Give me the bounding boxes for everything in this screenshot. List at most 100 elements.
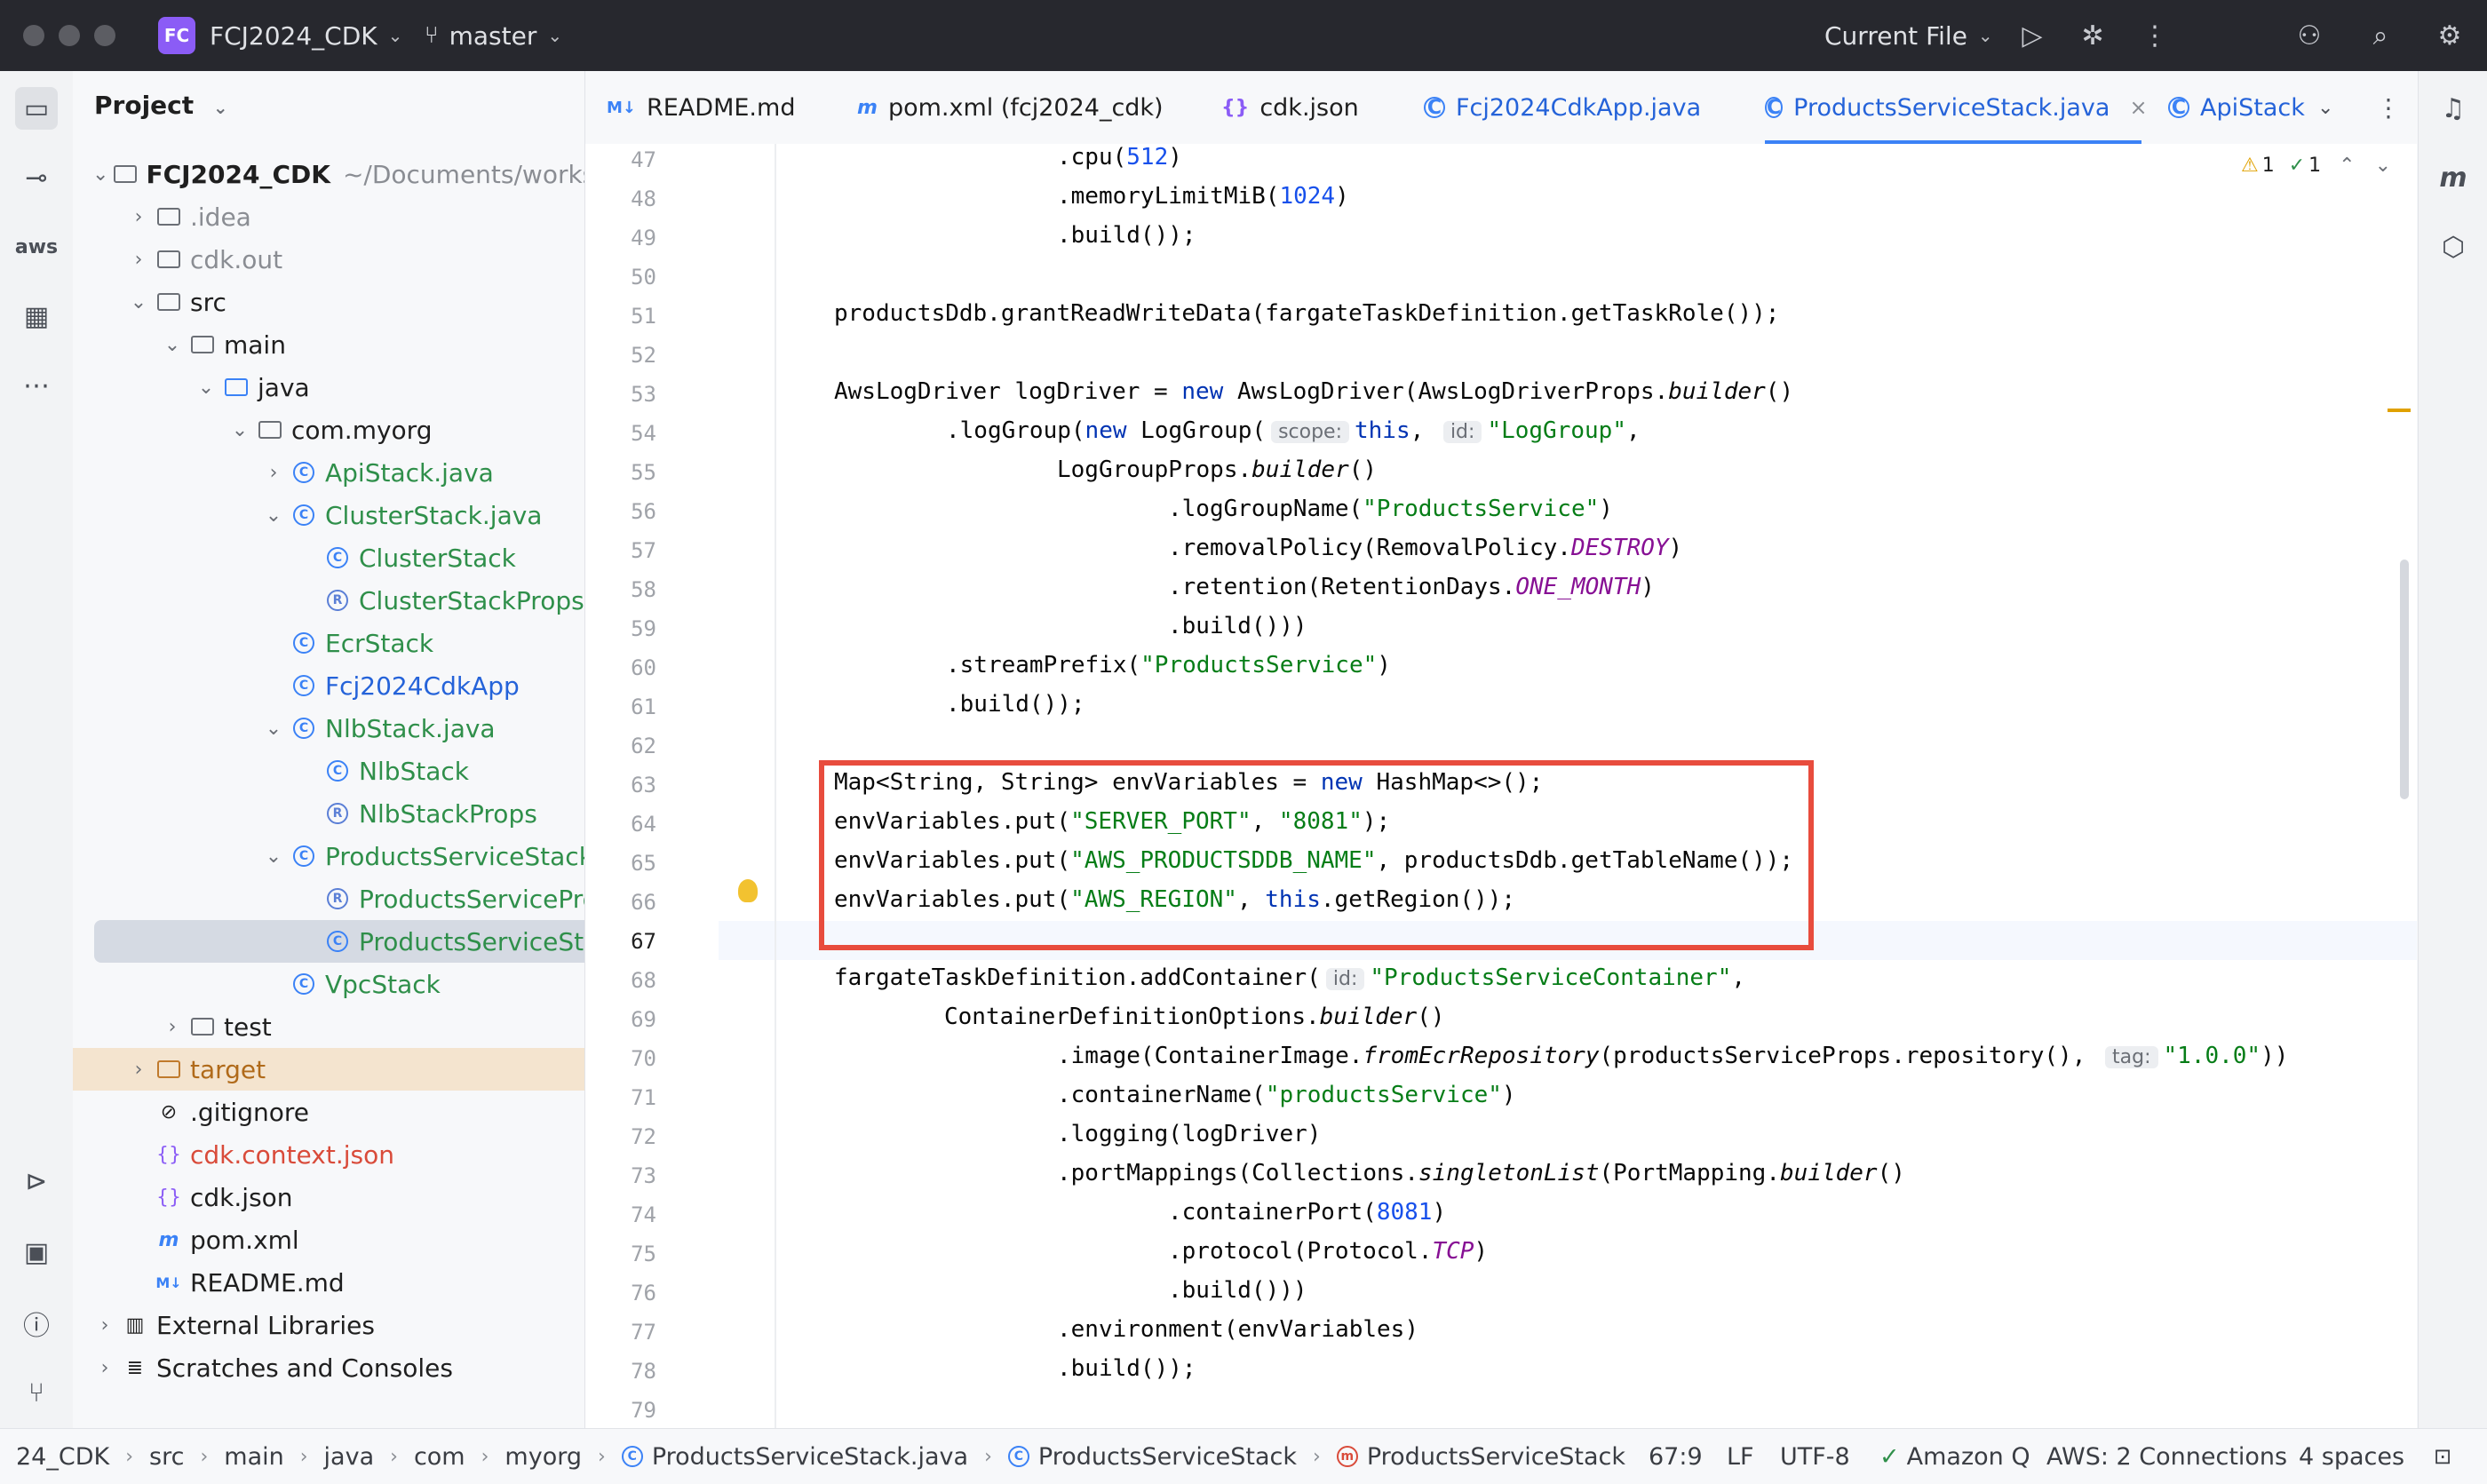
- tree-item-readme[interactable]: M↓ README.md: [73, 1261, 584, 1304]
- maven-icon[interactable]: m: [2432, 156, 2475, 199]
- file-encoding[interactable]: UTF-8: [1780, 1429, 1850, 1484]
- settings-gear-icon[interactable]: ⚙: [2432, 18, 2467, 53]
- git-icon[interactable]: ⑂: [15, 1371, 58, 1414]
- lock-icon[interactable]: ⊡: [2434, 1429, 2451, 1484]
- code-line-75: .protocol(Protocol.TCP): [1168, 1238, 1489, 1265]
- breadcrumb-item[interactable]: ProductsServiceStack: [1367, 1443, 1625, 1471]
- inspections-widget[interactable]: ⚠ 1 ✓ 1 ⌃ ⌄: [2241, 155, 2391, 177]
- line-number: 73: [631, 1163, 656, 1188]
- project-folder-icon[interactable]: ▭: [15, 87, 58, 130]
- chevron-right-icon: ›: [134, 248, 143, 271]
- tree-item-cdk-context-json[interactable]: {} cdk.context.json: [73, 1133, 584, 1176]
- tree-root-name: FCJ2024_CDK: [146, 159, 330, 189]
- check-icon: ✓: [1879, 1442, 1900, 1471]
- tree-item-nlbstack-file[interactable]: ⌄ C NlbStack.java: [73, 707, 584, 750]
- tree-item-productsservicestack-file[interactable]: ⌄ C ProductsServiceStack.j: [73, 835, 584, 877]
- tab-productsservicestack[interactable]: C ProductsServiceStack.java ×: [1765, 71, 2148, 145]
- branch-switcher[interactable]: ⑂ master ⌄: [425, 0, 562, 71]
- project-switcher[interactable]: FC FCJ2024_CDK ⌄: [158, 0, 402, 71]
- code-with-me-icon[interactable]: ⚇: [2292, 18, 2327, 53]
- commit-icon[interactable]: ⊸: [15, 156, 58, 199]
- tree-item-clusterstack[interactable]: C ClusterStack: [73, 536, 584, 579]
- tree-item-cdk-json[interactable]: {} cdk.json: [73, 1176, 584, 1218]
- line-separator[interactable]: LF: [1727, 1429, 1754, 1484]
- breadcrumb-item[interactable]: java: [324, 1443, 375, 1471]
- tab-pom-xml[interactable]: m pom.xml (fcj2024_cdk): [857, 71, 1164, 144]
- tab-readme[interactable]: M↓ README.md: [607, 71, 795, 144]
- intention-bulb-icon[interactable]: [738, 879, 758, 902]
- tree-item-gitignore[interactable]: ⊘ .gitignore: [73, 1091, 584, 1133]
- tree-root[interactable]: ⌄ FCJ2024_CDK ~/Documents/worksho: [73, 153, 584, 195]
- tree-item-clusterstack-file[interactable]: ⌄ C ClusterStack.java: [73, 494, 584, 536]
- chevron-down-icon[interactable]: ⌄: [2375, 155, 2391, 177]
- code-line-49: .build());: [1057, 222, 1196, 249]
- tree-item-scratches[interactable]: › ≣ Scratches and Consoles: [73, 1346, 584, 1389]
- aws-connections[interactable]: AWS: 2 Connections: [2046, 1429, 2287, 1484]
- tree-item-apistack[interactable]: › C ApiStack.java: [73, 451, 584, 494]
- tree-item-label: README.md: [190, 1267, 345, 1298]
- tree-item-package[interactable]: ⌄ com.myorg: [73, 409, 584, 451]
- search-icon[interactable]: ⌕: [2363, 18, 2398, 53]
- tree-item-pom-xml[interactable]: m pom.xml: [73, 1218, 584, 1261]
- tree-item-ecrstack[interactable]: C EcrStack: [73, 622, 584, 664]
- java-class-icon: C: [291, 844, 316, 869]
- code-line-51: productsDdb.grantReadWriteData(fargateTa…: [834, 300, 1780, 327]
- project-panel-header[interactable]: Project ⌄: [94, 91, 228, 120]
- tree-item-nlbstackprops[interactable]: R NlbStackProps: [73, 792, 584, 835]
- tree-item-productsservicestack[interactable]: C ProductsServiceSta: [94, 920, 584, 963]
- tree-item-label: ProductsServicePro: [359, 884, 585, 914]
- tree-item-nlbstack[interactable]: C NlbStack: [73, 750, 584, 792]
- tree-item-external-libraries[interactable]: › ▥ External Libraries: [73, 1304, 584, 1346]
- zoom-window-button[interactable]: [94, 25, 115, 46]
- tree-item-main[interactable]: ⌄ main: [73, 323, 584, 366]
- tree-item-test[interactable]: › test: [73, 1005, 584, 1048]
- tree-item-fcj2024cdkapp[interactable]: C Fcj2024CdkApp: [73, 664, 584, 707]
- indent-setting[interactable]: 4 spaces: [2299, 1429, 2404, 1484]
- minimize-window-button[interactable]: [59, 25, 80, 46]
- breadcrumb-item[interactable]: src: [149, 1443, 184, 1471]
- run-icon[interactable]: ▷: [2014, 18, 2050, 53]
- debug-icon[interactable]: ✲: [2075, 18, 2110, 53]
- tab-apistack[interactable]: C ApiStack: [2168, 71, 2305, 144]
- breadcrumb-item[interactable]: com: [414, 1443, 465, 1471]
- services-run-icon[interactable]: ⊳: [15, 1160, 58, 1202]
- tree-item-idea[interactable]: › .idea: [73, 195, 584, 238]
- tree-item-src[interactable]: ⌄ src: [73, 281, 584, 323]
- caret-position[interactable]: 67:9: [1649, 1429, 1703, 1484]
- aws-toolkit-icon[interactable]: aws: [15, 226, 58, 268]
- close-window-button[interactable]: [23, 25, 44, 46]
- tree-item-productsserviceprops[interactable]: R ProductsServicePro: [73, 877, 585, 920]
- tabs-more-icon[interactable]: ⋮: [2376, 71, 2401, 144]
- amazon-q-status[interactable]: ✓ Amazon Q: [1879, 1429, 2030, 1484]
- more-actions-icon[interactable]: ⋮: [2137, 18, 2173, 53]
- tab-label: pom.xml (fcj2024_cdk): [887, 93, 1164, 122]
- more-tools-icon[interactable]: ⋯: [15, 364, 58, 407]
- ignore-file-icon: ⊘: [160, 1100, 178, 1123]
- tree-item-clusterstackprops[interactable]: R ClusterStackProps: [73, 579, 584, 622]
- breadcrumb-item[interactable]: 24_CDK: [16, 1443, 109, 1471]
- tree-item-java[interactable]: ⌄ java: [73, 366, 584, 409]
- warning-stripe-marker[interactable]: [2388, 409, 2411, 412]
- tree-item-target[interactable]: › target: [73, 1048, 584, 1091]
- tab-cdk-json[interactable]: {} cdk.json: [1221, 71, 1359, 144]
- breadcrumb-item[interactable]: ProductsServiceStack.java: [652, 1443, 968, 1471]
- tree-item-vpcstack[interactable]: C VpcStack: [73, 963, 584, 1005]
- terminal-icon[interactable]: ▣: [15, 1231, 58, 1274]
- breadcrumb-item[interactable]: main: [224, 1443, 283, 1471]
- chevron-up-icon[interactable]: ⌃: [2339, 155, 2355, 177]
- tabs-overflow-chevron-icon[interactable]: ⌄: [2317, 71, 2333, 144]
- close-tab-icon[interactable]: ×: [2129, 95, 2147, 120]
- run-config-selector[interactable]: Current File ⌄: [1824, 0, 1993, 71]
- breadcrumb-item[interactable]: myorg: [505, 1443, 582, 1471]
- line-number: 69: [631, 1007, 656, 1032]
- tree-item-cdk-out[interactable]: › cdk.out: [73, 238, 584, 281]
- amazon-q-icon[interactable]: ⬡: [2432, 226, 2475, 268]
- breadcrumb-item[interactable]: ProductsServiceStack: [1038, 1443, 1297, 1471]
- structure-icon[interactable]: ▦: [15, 295, 58, 337]
- amazon-q-label: Amazon Q: [1906, 1442, 2030, 1471]
- notifications-bell-icon[interactable]: ♫: [2432, 87, 2475, 130]
- tree-item-label: pom.xml: [190, 1225, 299, 1255]
- tab-fcj2024cdkapp[interactable]: C Fcj2024CdkApp.java: [1424, 71, 1701, 144]
- problems-icon[interactable]: ⓘ: [15, 1302, 58, 1345]
- editor-scrollbar[interactable]: [2400, 559, 2409, 799]
